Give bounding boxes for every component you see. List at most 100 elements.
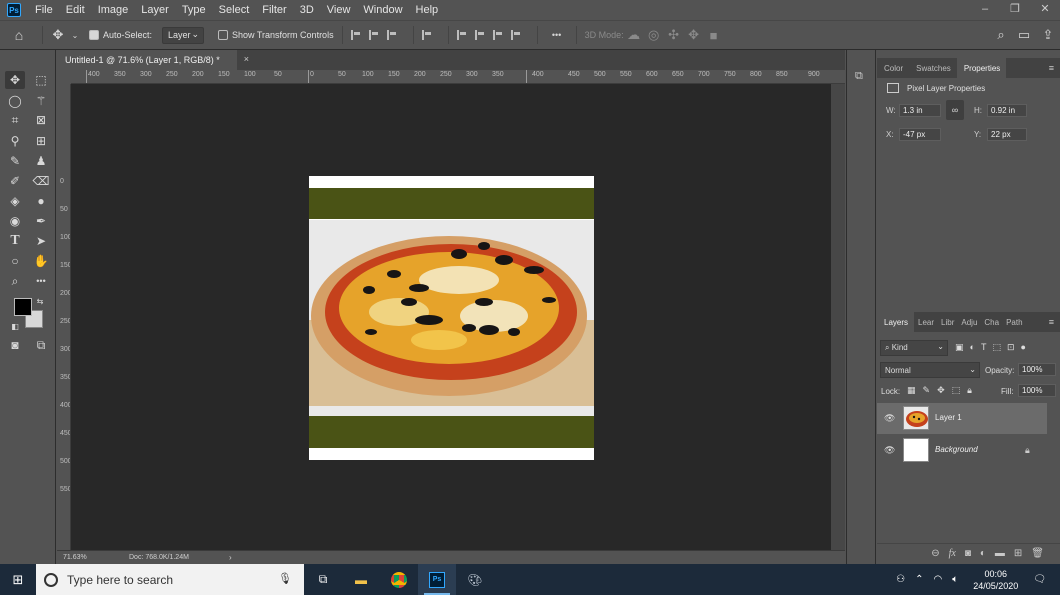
menu-edit[interactable]: Edit [66, 4, 85, 16]
lock-position-icon[interactable]: ✥ [937, 385, 945, 396]
visibility-eye-icon[interactable]: 👁︎ [884, 445, 895, 456]
paint-bucket-tool-icon[interactable]: ◈ [5, 192, 25, 210]
align-middle-icon[interactable] [474, 30, 485, 40]
show-hidden-icons-icon[interactable]: ⌃ [915, 574, 923, 585]
link-dimensions-icon[interactable]: ∞ [946, 100, 964, 120]
canvas-workspace[interactable] [71, 84, 831, 550]
distribute-horizontal-icon[interactable] [421, 30, 432, 40]
filter-type-icon[interactable]: T [981, 342, 987, 353]
3d-scale-icon[interactable]: ■ [704, 28, 724, 43]
lock-image-icon[interactable]: ✎ [923, 385, 931, 396]
paint-app-icon[interactable]: 🎨︎ [456, 564, 494, 595]
layer-filter-dropdown[interactable]: ⌕ Kind ⌄ [880, 340, 948, 356]
new-group-icon[interactable]: ▬ [995, 548, 1005, 559]
crop-tool-icon[interactable]: ⌗ [5, 111, 25, 129]
3d-orbit-icon[interactable]: ☁ [624, 27, 644, 43]
panel-menu-icon[interactable]: ≡ [1049, 317, 1054, 327]
align-left-icon[interactable] [350, 30, 361, 40]
photoshop-taskbar-icon[interactable]: Ps [418, 564, 456, 595]
history-panel-icon[interactable]: ⧉ [855, 70, 863, 83]
close-window-button[interactable]: ✕ [1030, 0, 1060, 20]
tab-properties[interactable]: Properties [956, 58, 1007, 78]
y-field[interactable]: 22 px [987, 128, 1027, 141]
lock-icon[interactable]: 🔒︎ [1025, 445, 1030, 456]
type-tool-icon[interactable]: T [5, 232, 25, 250]
blend-mode-dropdown[interactable]: Normal ⌄ [880, 362, 980, 378]
menu-help[interactable]: Help [416, 4, 439, 16]
frame-tool-icon[interactable]: ⊠ [31, 111, 51, 129]
lock-all-icon[interactable]: 🔒︎ [967, 385, 972, 396]
3d-roll-icon[interactable]: ◎ [644, 27, 664, 43]
taskbar-clock[interactable]: 00:06 24/05/2020 [973, 568, 1018, 592]
new-layer-icon[interactable]: ⊞ [1014, 548, 1022, 559]
tab-paths[interactable]: Path [1002, 312, 1025, 332]
width-field[interactable]: 1.3 in [899, 104, 941, 117]
people-icon[interactable]: ⚇ [896, 574, 905, 585]
menu-image[interactable]: Image [98, 4, 129, 16]
height-field[interactable]: 0.92 in [987, 104, 1027, 117]
menu-layer[interactable]: Layer [141, 4, 169, 16]
panel-menu-icon[interactable]: ≡ [1049, 63, 1054, 73]
align-top-icon[interactable] [456, 30, 467, 40]
edit-toolbar-icon[interactable]: ••• [31, 272, 51, 290]
workspace-icon[interactable]: ▭ [1012, 27, 1036, 43]
dodge-tool-icon[interactable]: ◉ [5, 212, 25, 230]
adjustment-layer-icon[interactable]: ◐ [980, 548, 986, 559]
volume-icon[interactable]: 🔈︎ [952, 574, 958, 585]
lock-transparent-icon[interactable]: ▦ [907, 385, 916, 396]
microphone-icon[interactable]: 🎙︎ [278, 572, 292, 585]
add-mask-icon[interactable]: ◙ [965, 548, 971, 559]
filter-pixel-icon[interactable]: ▣ [955, 342, 964, 353]
blur-tool-icon[interactable]: ● [31, 192, 51, 210]
align-right-icon[interactable] [386, 30, 397, 40]
x-field[interactable]: -47 px [899, 128, 941, 141]
ruler-origin[interactable] [57, 70, 71, 84]
distribute-vertical-icon[interactable] [510, 30, 521, 40]
menu-file[interactable]: File [35, 4, 53, 16]
action-center-icon[interactable]: 🗨︎ [1033, 574, 1046, 585]
align-center-icon[interactable] [368, 30, 379, 40]
link-layers-icon[interactable]: ⊖ [931, 548, 939, 559]
eraser-tool-icon[interactable]: ⌫ [31, 172, 51, 190]
home-icon[interactable]: ⌂ [0, 27, 38, 43]
layer-row-layer-1[interactable]: 👁︎ Layer 1 [877, 403, 1047, 434]
quick-mask-icon[interactable]: ◙ [5, 336, 25, 354]
menu-window[interactable]: Window [363, 4, 402, 16]
search-icon[interactable]: ⌕ [990, 27, 1012, 43]
auto-select-checkbox[interactable] [89, 30, 99, 40]
menu-filter[interactable]: Filter [262, 4, 286, 16]
auto-select-target-dropdown[interactable]: Layer ⌄ [162, 26, 205, 44]
document-tab[interactable]: Untitled-1 @ 71.6% (Layer 1, RGB/8) * × [57, 50, 249, 70]
tab-color[interactable]: Color [877, 58, 909, 78]
3d-pan-icon[interactable]: ✣ [664, 27, 684, 43]
network-icon[interactable]: ◠ [934, 574, 943, 585]
lasso-tool-icon[interactable]: ◯ [5, 92, 25, 110]
foreground-color-swatch[interactable] [14, 298, 32, 316]
delete-layer-icon[interactable]: 🗑︎ [1031, 548, 1044, 559]
tab-layers[interactable]: Layers [877, 312, 915, 332]
chrome-icon[interactable] [380, 564, 418, 595]
filter-shape-icon[interactable]: ⬚ [992, 342, 1001, 353]
hand-tool-icon[interactable]: ✋ [31, 252, 51, 270]
tab-libraries[interactable]: Libr [937, 312, 957, 332]
more-options-icon[interactable]: ••• [546, 30, 568, 40]
tab-learn[interactable]: Lear [914, 312, 937, 332]
taskbar-search-box[interactable]: Type here to search 🎙︎ [36, 564, 304, 595]
show-transform-checkbox[interactable] [218, 30, 229, 40]
swap-colors-icon[interactable]: ⇆ [34, 293, 46, 311]
history-brush-tool-icon[interactable]: ✐ [5, 172, 25, 190]
filter-smart-object-icon[interactable]: ⊡ [1007, 342, 1015, 353]
menu-type[interactable]: Type [182, 4, 206, 16]
layer-style-icon[interactable]: fx [949, 548, 956, 559]
clone-stamp-tool-icon[interactable]: ♟ [31, 152, 51, 170]
menu-3d[interactable]: 3D [300, 4, 314, 16]
zoom-level[interactable]: 71.63% [63, 554, 87, 561]
visibility-eye-icon[interactable]: 👁︎ [884, 413, 895, 424]
move-tool-icon[interactable]: ✥ [5, 71, 25, 89]
lock-artboard-icon[interactable]: ⬚ [952, 385, 961, 396]
opacity-field[interactable]: 100% [1018, 363, 1056, 376]
minimize-button[interactable]: – [970, 0, 1000, 20]
pen-tool-icon[interactable]: ✒ [31, 212, 51, 230]
vertical-ruler[interactable]: 0 50 100 150 200 250 300 350 400 450 500… [57, 84, 71, 550]
brush-tool-icon[interactable]: ✎ [5, 152, 25, 170]
